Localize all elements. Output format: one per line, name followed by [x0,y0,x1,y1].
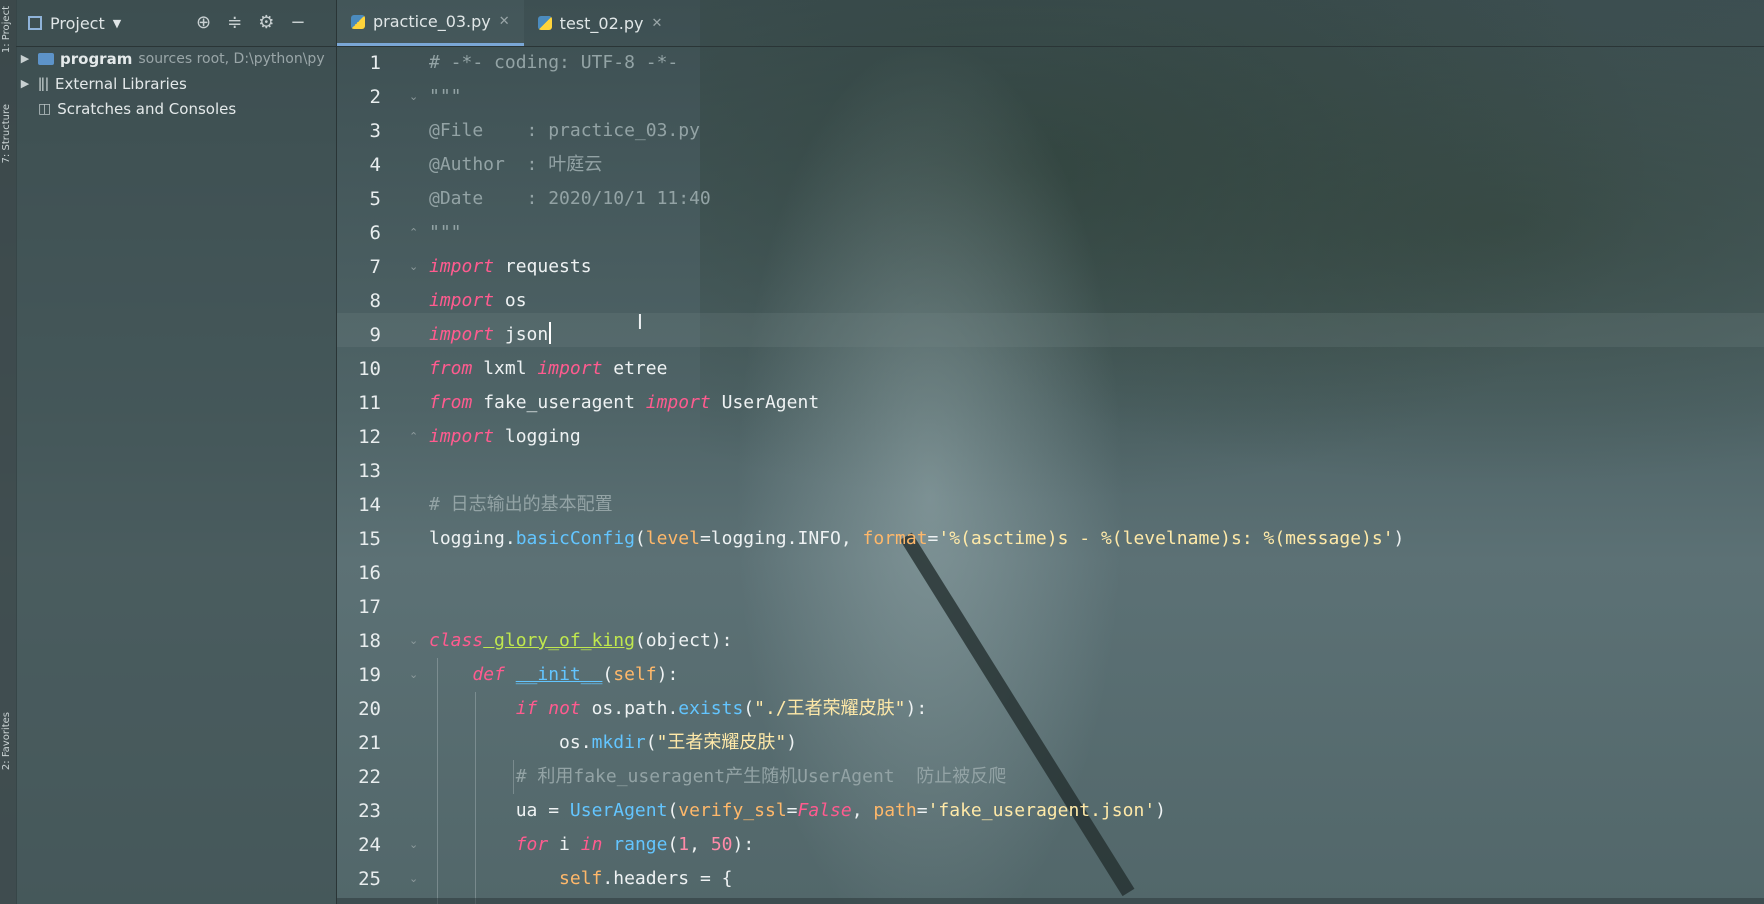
code-line[interactable]: for i in range(1, 50): [429,828,755,862]
code-line[interactable]: from lxml import etree [429,352,667,386]
library-icon: ǁǀ [38,75,50,92]
line-number: 6 [369,222,381,244]
tree-item-label: Scratches and Consoles [57,99,237,118]
project-tree: ▶ program sources root, D:\python\py ▶ ǁ… [16,46,336,121]
line-number: 4 [369,154,381,176]
tree-item-label: program [60,49,133,68]
gear-icon[interactable]: ⚙ [258,12,274,33]
tab-test-02[interactable]: test_02.py ✕ [524,0,677,46]
line-number: 23 [358,800,381,822]
line-number: 16 [358,562,381,584]
tool-window-strip: 1: Project 7: Structure 2: Favorites [0,0,17,904]
code-line[interactable]: def __init__(self): [429,658,678,692]
line-number: 20 [358,698,381,720]
python-file-icon [351,14,365,29]
code-line[interactable]: # 日志输出的基本配置 [429,488,613,522]
close-icon[interactable]: ✕ [499,14,510,29]
collapse-icon[interactable]: ≑ [227,12,242,33]
project-toolbar: Project ▼ ⊕ ≑ ⚙ − [16,0,336,47]
code-editor[interactable]: # -*- coding: UTF-8 -*- """ @File : practi… [417,46,1764,904]
code-line[interactable]: # -*- coding: UTF-8 -*- [429,46,678,80]
code-line[interactable]: @Date : 2020/10/1 11:40 [429,182,711,216]
code-line[interactable]: import os [429,284,527,318]
tree-item-external-libraries[interactable]: ▶ ǁǀ External Libraries [16,71,336,96]
chevron-down-icon: ▼ [112,16,122,30]
code-line[interactable]: import json [429,318,552,352]
tab-label: test_02.py [559,13,644,33]
favorites-tool-tab[interactable]: 2: Favorites [1,712,15,770]
line-number: 11 [358,392,381,414]
line-number: 19 [358,664,381,686]
minimize-icon[interactable]: − [290,12,305,33]
chevron-right-icon[interactable]: ▶ [16,77,34,90]
line-number: 9 [369,324,381,346]
code-line[interactable]: os.mkdir("王者荣耀皮肤") [429,726,797,760]
scratches-icon: ◫ [38,100,52,117]
line-number: 3 [369,120,381,142]
crosshair-icon[interactable]: ⊕ [196,12,211,33]
chevron-right-icon[interactable]: ▶ [16,52,34,65]
tree-item-hint: sources root, D:\python\py [138,50,325,67]
code-line[interactable]: import logging [429,420,581,454]
tree-item-scratches[interactable]: ◫ Scratches and Consoles [16,96,336,121]
code-line[interactable]: class glory_of_king(object): [429,624,732,658]
tree-item-label: External Libraries [55,74,187,93]
line-number: 2 [369,86,381,108]
line-number: 5 [369,188,381,210]
line-number: 12 [358,426,381,448]
code-line[interactable]: ua = UserAgent(verify_ssl=False, path='f… [429,794,1166,828]
code-line[interactable]: """ [429,80,462,114]
project-title: Project [50,13,105,33]
code-line[interactable]: # 利用fake_useragent产生随机UserAgent 防止被反爬 [429,760,1007,794]
line-number: 14 [358,494,381,516]
code-line[interactable]: """ [429,216,462,250]
line-number-gutter[interactable]: 1 2 3 4 5 6 7 8 9 10 11 12 13 14 15 16 1… [337,46,418,904]
python-file-icon [537,16,552,30]
structure-tool-tab[interactable]: 7: Structure [1,104,15,163]
project-panel: Project ▼ ⊕ ≑ ⚙ − ▶ program sources root… [16,0,337,904]
editor-tabs: practice_03.py ✕ test_02.py ✕ [337,0,1764,47]
line-number: 10 [358,358,381,380]
text-cursor-icon: I [637,310,643,334]
line-number: 24 [358,834,381,856]
code-line[interactable]: if not os.path.exists("./王者荣耀皮肤"): [429,692,928,726]
code-line[interactable]: import requests [429,250,592,284]
caret [549,322,552,344]
tab-practice-03[interactable]: practice_03.py ✕ [337,0,524,46]
code-line[interactable]: @File : practice_03.py [429,114,700,148]
project-view-selector[interactable]: Project ▼ [28,14,121,33]
project-icon [28,16,42,30]
horizontal-scrollbar[interactable] [337,898,1764,904]
line-number: 15 [358,528,381,550]
line-number: 21 [358,732,381,754]
code-line[interactable]: self.headers = { [429,862,732,896]
line-number: 7 [369,256,381,278]
line-number: 18 [358,630,381,652]
folder-icon [38,52,54,65]
line-number: 25 [358,868,381,890]
tree-item-program[interactable]: ▶ program sources root, D:\python\py [16,46,336,71]
close-icon[interactable]: ✕ [651,16,662,31]
line-number: 17 [358,596,381,618]
line-number: 13 [358,460,381,482]
project-tool-tab[interactable]: 1: Project [1,6,15,53]
line-number: 8 [369,290,381,312]
tab-label: practice_03.py [373,12,491,31]
code-line[interactable]: @Author : 叶庭云 [429,148,602,182]
code-line[interactable]: logging.basicConfig(level=logging.INFO, … [429,522,1404,556]
line-number: 1 [369,52,381,74]
code-line[interactable]: from fake_useragent import UserAgent [429,386,819,420]
line-number: 22 [358,766,381,788]
